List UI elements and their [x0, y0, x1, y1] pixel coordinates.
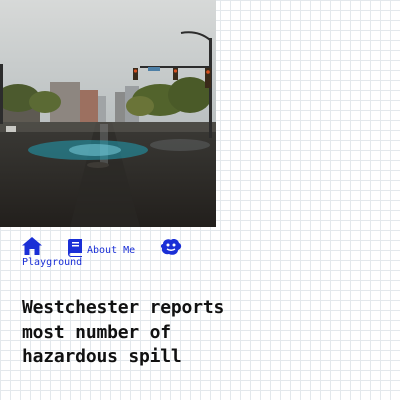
home-link[interactable]	[22, 237, 42, 257]
house-icon	[22, 237, 42, 255]
playground-link-label: Playground	[22, 257, 83, 268]
otter-icon	[160, 238, 182, 256]
hero-photo	[0, 0, 216, 227]
book-icon	[68, 239, 82, 257]
about-link-label: About Me	[87, 245, 136, 256]
main-nav: About Me Playground	[22, 237, 202, 271]
about-link[interactable]: About Me	[68, 237, 135, 257]
article-title: Westchester reports most number of hazar…	[22, 297, 225, 367]
